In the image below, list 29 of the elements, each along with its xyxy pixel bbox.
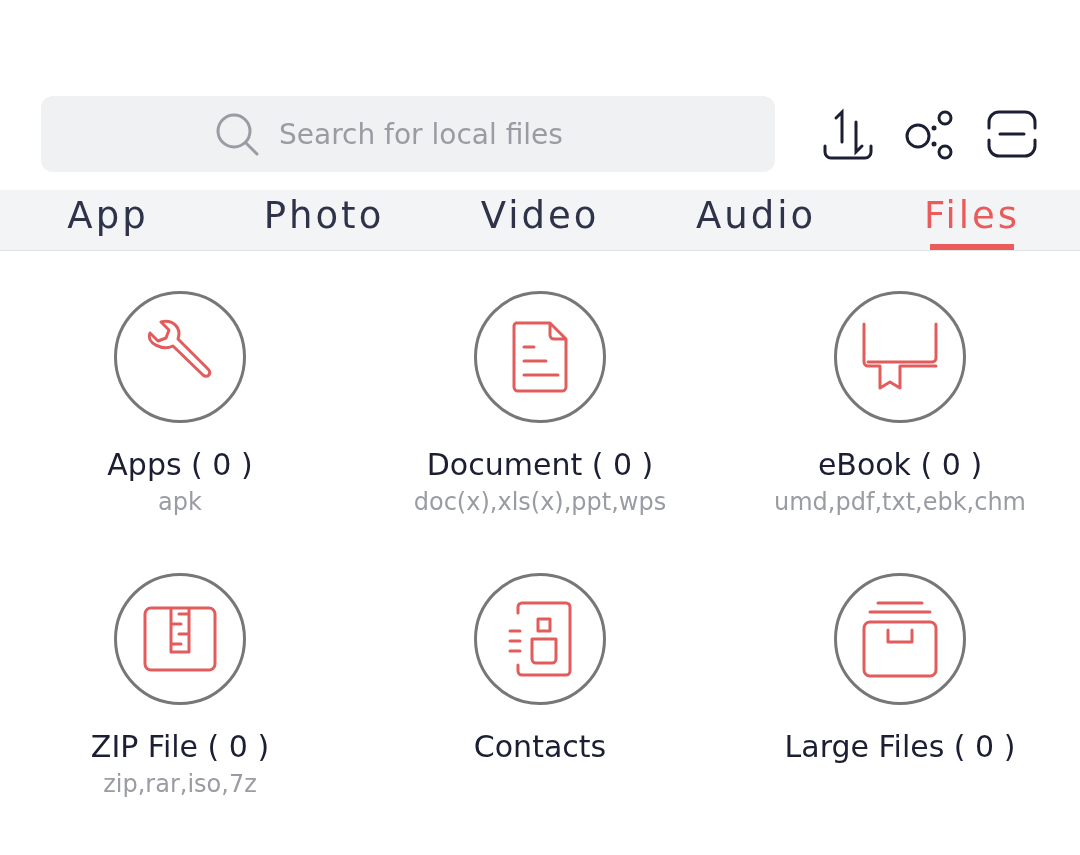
document-icon bbox=[510, 321, 570, 393]
category-tab[interactable]: Audio bbox=[648, 190, 864, 250]
file-extensions: apk bbox=[158, 488, 202, 516]
file-extensions: doc(x),xls(x),ppt,wps bbox=[413, 488, 667, 516]
category-title: Large Files ( 0 ) bbox=[784, 729, 1016, 764]
category-tab[interactable]: Photo bbox=[216, 190, 432, 250]
file-extensions: zip,rar,iso,7z bbox=[103, 770, 257, 798]
search-field[interactable]: Search for local files bbox=[41, 96, 775, 172]
category-button[interactable] bbox=[114, 291, 246, 423]
category-title: Apps ( 0 ) bbox=[107, 447, 253, 482]
category-title: Document ( 0 ) bbox=[426, 447, 654, 482]
category-title: eBook ( 0 ) bbox=[817, 447, 983, 482]
category-button[interactable] bbox=[834, 573, 966, 705]
category-title: Contacts bbox=[473, 729, 607, 764]
category-button[interactable] bbox=[474, 291, 606, 423]
storage-box-icon bbox=[860, 600, 940, 678]
scan-icon[interactable] bbox=[986, 108, 1038, 160]
category-tab[interactable]: Video bbox=[432, 190, 648, 250]
file-extensions: umd,pdf,txt,ebk,chm bbox=[774, 488, 1026, 516]
book-icon bbox=[860, 322, 940, 392]
contact-book-icon bbox=[508, 601, 572, 677]
category-button[interactable] bbox=[474, 573, 606, 705]
category-button[interactable] bbox=[834, 291, 966, 423]
transfer-icon[interactable] bbox=[822, 108, 874, 160]
category-title: ZIP File ( 0 ) bbox=[90, 729, 270, 764]
search-icon bbox=[215, 112, 259, 156]
category-button[interactable] bbox=[114, 573, 246, 705]
category-tab[interactable]: App bbox=[0, 190, 216, 250]
zip-archive-icon bbox=[143, 606, 217, 672]
